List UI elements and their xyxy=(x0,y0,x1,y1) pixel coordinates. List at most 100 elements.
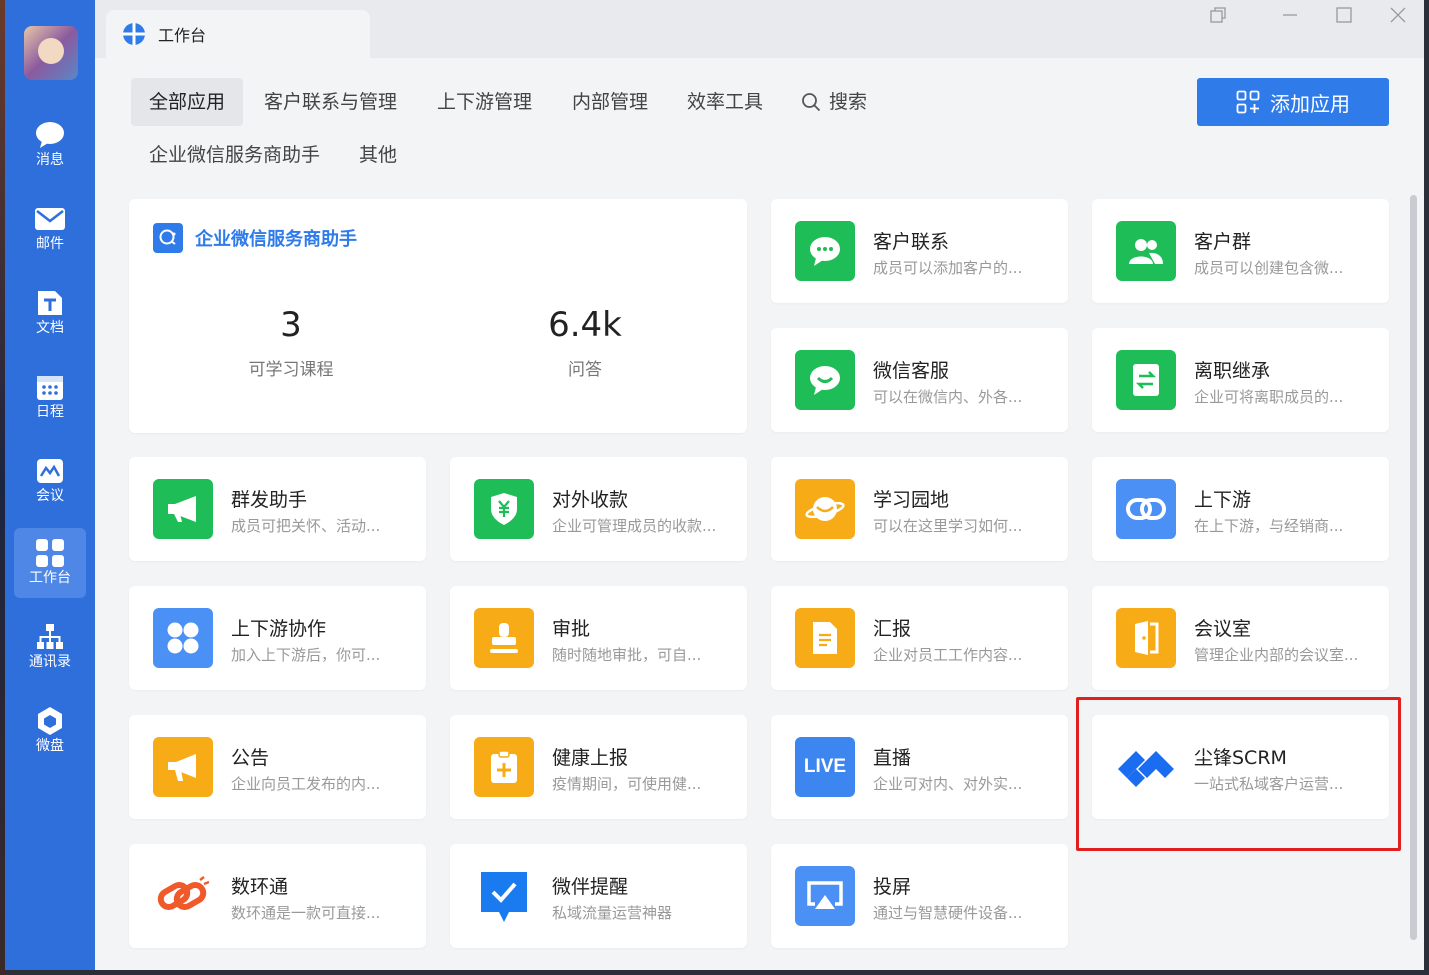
app-card-upstream-collab[interactable]: 上下游协作 加入上下游后，你可... xyxy=(129,586,426,690)
popout-window-icon[interactable] xyxy=(1204,5,1232,25)
sidebar-item-drive[interactable]: 微盘 xyxy=(14,696,86,766)
stat-label: 问答 xyxy=(568,360,602,380)
transfer-doc-icon xyxy=(1116,350,1176,410)
avatar[interactable] xyxy=(24,26,78,80)
category-tab-efficiency[interactable]: 效率工具 xyxy=(669,78,781,126)
sidebar-item-label: 日程 xyxy=(36,404,64,420)
app-card-learning[interactable]: 学习园地 可以在这里学习如何... xyxy=(771,457,1068,561)
app-desc: 成员可以创建包含微... xyxy=(1194,259,1344,277)
app-desc: 企业可将离职成员的... xyxy=(1194,388,1344,406)
announcement-horn-icon xyxy=(153,737,213,797)
app-card-approval[interactable]: 审批 随时随地审批，可自... xyxy=(450,586,747,690)
sidebar-item-mail[interactable]: 邮件 xyxy=(14,194,86,264)
add-app-label: 添加应用 xyxy=(1270,91,1350,116)
app-name: 微信客服 xyxy=(873,360,950,382)
door-icon xyxy=(1116,608,1176,668)
service-chat-icon xyxy=(795,350,855,410)
add-app-button[interactable]: 添加应用 xyxy=(1197,78,1389,126)
sidebar-item-docs[interactable]: 文档 xyxy=(14,278,86,348)
app-card-meeting-room[interactable]: 会议室 管理企业内部的会议室... xyxy=(1092,586,1389,690)
app-desc: 通过与智慧硬件设备... xyxy=(873,904,1023,922)
search-icon xyxy=(801,92,821,112)
service-assistant-card[interactable]: 企业微信服务商助手 3 可学习课程 6.4k 问答 xyxy=(129,199,747,433)
category-tab-search[interactable]: 搜索 xyxy=(783,78,885,126)
app-card-shuhuantong[interactable]: 数环通 数环通是一款可直接... xyxy=(129,844,426,948)
workbench-logo-icon xyxy=(122,22,146,46)
app-card-upstream-downstream[interactable]: 上下游 在上下游，与经销商... xyxy=(1092,457,1389,561)
app-name: 学习园地 xyxy=(873,489,950,511)
app-card-health-report[interactable]: 健康上报 疫情期间，可使用健... xyxy=(450,715,747,819)
app-card-screen-cast[interactable]: 投屏 通过与智慧硬件设备... xyxy=(771,844,1068,948)
shuhuantong-logo-icon xyxy=(153,866,213,926)
live-icon-text: LIVE xyxy=(803,756,847,777)
sidebar: 消息 邮件 文档 日程 会议 工作台 通讯录 微盘 xyxy=(5,0,95,970)
app-name: 微伴提醒 xyxy=(552,876,629,898)
stat-courses[interactable]: 3 可学习课程 xyxy=(191,305,391,380)
document-icon xyxy=(34,288,66,318)
minimize-icon[interactable] xyxy=(1276,5,1304,25)
sidebar-item-label: 工作台 xyxy=(29,570,71,586)
app-card-live[interactable]: LIVE 直播 企业可对内、对外实... xyxy=(771,715,1068,819)
app-card-report[interactable]: 汇报 企业对员工工作内容... xyxy=(771,586,1068,690)
app-desc: 企业可管理成员的收款... xyxy=(552,517,717,535)
category-tab-customer[interactable]: 客户联系与管理 xyxy=(246,78,415,126)
app-card-weiban-reminder[interactable]: 微伴提醒 私域流量运营神器 xyxy=(450,844,747,948)
sidebar-item-contacts[interactable]: 通讯录 xyxy=(14,612,86,682)
stat-qa[interactable]: 6.4k 问答 xyxy=(485,305,685,380)
maximize-icon[interactable] xyxy=(1330,5,1358,25)
app-card-resignation-transfer[interactable]: 离职继承 企业可将离职成员的... xyxy=(1092,328,1389,432)
app-desc: 数环通是一款可直接... xyxy=(231,904,381,922)
app-name: 审批 xyxy=(552,618,591,640)
category-tab-supply-chain[interactable]: 上下游管理 xyxy=(419,78,550,126)
app-desc: 企业可对内、对外实... xyxy=(873,775,1023,793)
app-desc: 企业对员工工作内容... xyxy=(873,646,1023,664)
stat-label: 可学习课程 xyxy=(248,360,334,380)
group-people-icon xyxy=(1116,221,1176,281)
app-card-customer-group[interactable]: 客户群 成员可以创建包含微... xyxy=(1092,199,1389,303)
sidebar-item-messages[interactable]: 消息 xyxy=(14,110,86,180)
stamp-icon xyxy=(474,608,534,668)
app-name: 客户群 xyxy=(1194,231,1252,253)
clipboard-plus-icon xyxy=(474,737,534,797)
category-tab-internal[interactable]: 内部管理 xyxy=(554,78,666,126)
app-name: 上下游协作 xyxy=(231,618,327,640)
category-tab-other[interactable]: 其他 xyxy=(341,131,415,179)
add-grid-icon xyxy=(1236,90,1260,114)
app-name: 会议室 xyxy=(1194,618,1252,640)
sidebar-item-label: 通讯录 xyxy=(29,654,71,670)
sidebar-item-calendar[interactable]: 日程 xyxy=(14,362,86,432)
app-card-mass-send[interactable]: 群发助手 成员可把关怀、活动... xyxy=(129,457,426,561)
vertical-scrollbar[interactable] xyxy=(1410,195,1417,940)
cloud-drive-icon xyxy=(34,706,66,736)
category-tab-all[interactable]: 全部应用 xyxy=(131,78,244,126)
sidebar-item-workbench[interactable]: 工作台 xyxy=(14,528,86,598)
app-name: 客户联系 xyxy=(873,231,950,253)
app-desc: 私域流量运营神器 xyxy=(552,904,673,922)
sidebar-item-meeting[interactable]: 会议 xyxy=(14,446,86,516)
app-name: 数环通 xyxy=(231,876,289,898)
org-chart-icon xyxy=(34,622,66,652)
tab-workbench[interactable]: 工作台 xyxy=(106,10,370,58)
app-card-external-payment[interactable]: 对外收款 企业可管理成员的收款... xyxy=(450,457,747,561)
app-desc: 管理企业内部的会议室... xyxy=(1194,646,1359,664)
tab-title: 工作台 xyxy=(158,26,207,45)
category-tab-service-assistant[interactable]: 企业微信服务商助手 xyxy=(131,131,338,179)
highlight-annotation-box xyxy=(1076,697,1401,851)
close-icon[interactable] xyxy=(1384,5,1412,25)
app-name: 离职继承 xyxy=(1194,360,1271,382)
sidebar-item-label: 邮件 xyxy=(36,236,64,252)
app-card-announcement[interactable]: 公告 企业向员工发布的内... xyxy=(129,715,426,819)
app-card-customer-contact[interactable]: 客户联系 成员可以添加客户的... xyxy=(771,199,1068,303)
app-desc: 成员可以添加客户的... xyxy=(873,259,1023,277)
mail-icon xyxy=(34,204,66,234)
four-dots-icon xyxy=(153,608,213,668)
live-icon: LIVE xyxy=(795,737,855,797)
workbench-grid-icon xyxy=(34,538,66,568)
app-desc: 疫情期间，可使用健... xyxy=(552,775,702,793)
app-card-wechat-service[interactable]: 微信客服 可以在微信内、外各... xyxy=(771,328,1068,432)
app-desc: 加入上下游后，你可... xyxy=(231,646,381,664)
featured-title: 企业微信服务商助手 xyxy=(195,229,357,250)
meeting-icon xyxy=(34,456,66,486)
app-name: 投屏 xyxy=(873,876,912,898)
chat-smile-icon xyxy=(795,221,855,281)
